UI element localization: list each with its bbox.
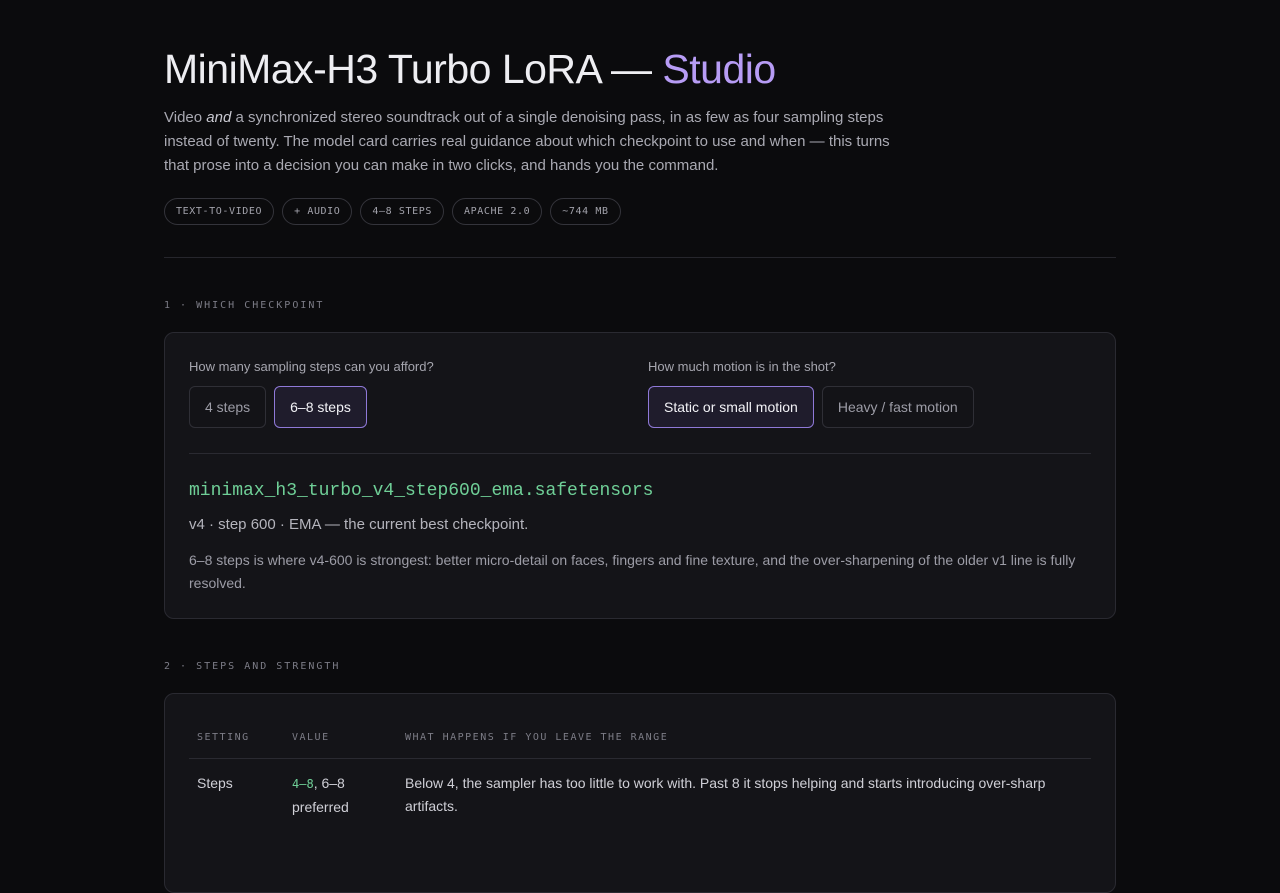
- motion-options: Static or small motion Heavy / fast moti…: [648, 386, 974, 428]
- lede-post: a synchronized stereo soundtrack out of …: [164, 109, 890, 174]
- column-setting: SETTING: [197, 732, 250, 743]
- row-setting: Steps: [197, 775, 233, 791]
- option-static-motion[interactable]: Static or small motion: [648, 386, 814, 428]
- steps-question-group: How many sampling steps can you afford? …: [189, 359, 434, 428]
- column-effect: WHAT HAPPENS IF YOU LEAVE THE RANGE: [405, 732, 669, 743]
- motion-question-group: How much motion is in the shot? Static o…: [648, 359, 974, 428]
- chip-steps: 4–8 STEPS: [360, 198, 445, 225]
- checkpoint-description: 6–8 steps is where v4-600 is strongest: …: [189, 552, 1076, 591]
- steps-question: How many sampling steps can you afford?: [189, 359, 434, 374]
- section-label-steps: 2 · STEPS AND STRENGTH: [164, 661, 341, 672]
- title-main: MiniMax-H3 Turbo LoRA —: [164, 46, 652, 92]
- checkpoint-summary: v4 · step 600 · EMA — the current best c…: [189, 516, 529, 533]
- card-divider: [189, 453, 1091, 454]
- option-4-steps[interactable]: 4 steps: [189, 386, 267, 428]
- lede-pre: Video: [164, 109, 207, 126]
- option-heavy-motion[interactable]: Heavy / fast motion: [821, 386, 974, 428]
- tag-chips: TEXT-TO-VIDEO + AUDIO 4–8 STEPS APACHE 2…: [164, 198, 621, 225]
- chip-text-to-video: TEXT-TO-VIDEO: [164, 198, 275, 225]
- table-row: Steps 4–8, 6–8 preferred Below 4, the sa…: [189, 759, 1091, 839]
- title-accent: Studio: [662, 46, 776, 92]
- row-value-range: 4–8: [292, 777, 314, 791]
- header-divider: [164, 257, 1116, 258]
- row-effect: Below 4, the sampler has too little to w…: [405, 775, 1046, 814]
- settings-card: SETTING VALUE WHAT HAPPENS IF YOU LEAVE …: [164, 693, 1116, 893]
- motion-question: How much motion is in the shot?: [648, 359, 836, 374]
- checkpoint-filename: minimax_h3_turbo_v4_step600_ema.safetens…: [189, 481, 654, 501]
- option-6-8-steps[interactable]: 6–8 steps: [274, 386, 367, 428]
- table-header: SETTING VALUE WHAT HAPPENS IF YOU LEAVE …: [189, 722, 1091, 759]
- checkpoint-card: How many sampling steps can you afford? …: [164, 332, 1116, 619]
- lede-emphasis: and: [206, 109, 232, 126]
- column-value: VALUE: [292, 732, 330, 743]
- intro-paragraph: Video and a synchronized stereo soundtra…: [164, 106, 904, 178]
- chip-audio: + AUDIO: [282, 198, 353, 225]
- chip-size: ~744 MB: [550, 198, 621, 225]
- page-title: MiniMax-H3 Turbo LoRA — Studio: [164, 46, 776, 93]
- steps-options: 4 steps 6–8 steps: [189, 386, 434, 428]
- chip-license: APACHE 2.0: [452, 198, 543, 225]
- settings-table: SETTING VALUE WHAT HAPPENS IF YOU LEAVE …: [189, 722, 1091, 839]
- row-value: 4–8, 6–8 preferred: [292, 772, 392, 819]
- section-label-checkpoint: 1 · WHICH CHECKPOINT: [164, 300, 325, 311]
